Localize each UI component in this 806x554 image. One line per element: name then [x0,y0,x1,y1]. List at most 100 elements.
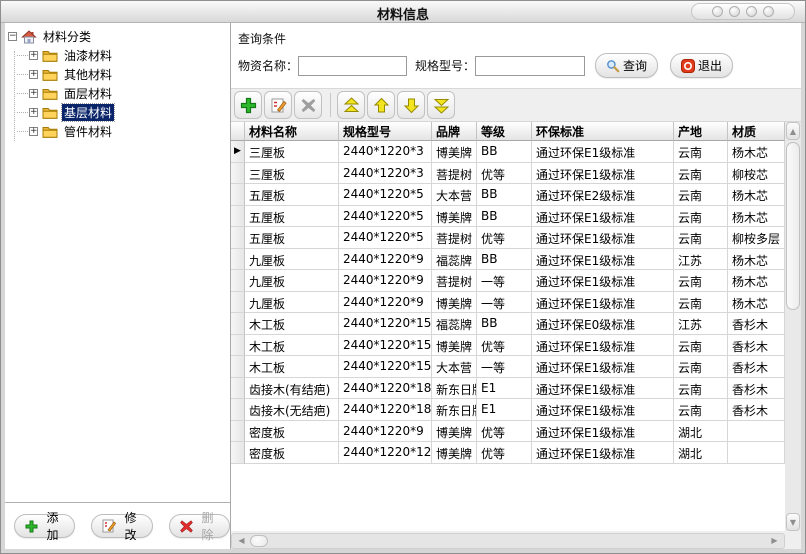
tree-item-1[interactable]: +油漆材料 [8,46,230,65]
tree-item-2[interactable]: +其他材料 [8,65,230,84]
row-indicator[interactable] [231,421,245,443]
tree-item-label[interactable]: 管件材料 [62,123,114,140]
table-cell[interactable]: 香杉木 [728,399,785,421]
exit-button[interactable]: 退出 [670,53,733,78]
horizontal-scroll-thumb[interactable] [250,535,268,547]
table-cell[interactable]: 九厘板 [245,270,339,292]
table-cell[interactable]: 2440*1220*5 [339,206,432,228]
table-cell[interactable]: BB [477,141,532,163]
row-indicator[interactable] [231,335,245,357]
tree-item-label[interactable]: 面层材料 [62,85,114,102]
table-cell[interactable]: E1 [477,399,532,421]
table-cell[interactable]: 菩提树 [432,163,477,185]
table-cell[interactable]: 通过环保E1级标准 [532,356,674,378]
table-cell[interactable]: 通过环保E1级标准 [532,292,674,314]
table-cell[interactable]: 通过环保E1级标准 [532,335,674,357]
table-cell[interactable]: 杨木芯 [728,184,785,206]
table-row[interactable]: 木工板2440*1220*15博美牌优等通过环保E1级标准云南香杉木 [231,335,785,357]
scroll-up-icon[interactable]: ▲ [786,122,800,140]
table-cell[interactable] [728,421,785,443]
table-cell[interactable]: 通过环保E2级标准 [532,184,674,206]
table-cell[interactable]: 通过环保E1级标准 [532,421,674,443]
tree-root-material-category[interactable]: − 材料分类 [8,27,230,46]
table-cell[interactable]: 密度板 [245,421,339,443]
table-cell[interactable]: 柳桉多层 [728,227,785,249]
move-next-button[interactable] [397,91,425,119]
toolbar-add-button[interactable] [234,91,262,119]
table-cell[interactable]: 湖北 [674,442,728,464]
row-indicator[interactable] [231,356,245,378]
table-row[interactable]: 密度板2440*1220*9博美牌优等通过环保E1级标准湖北 [231,421,785,443]
table-cell[interactable]: 云南 [674,163,728,185]
expand-icon[interactable]: + [29,89,38,98]
material-name-input[interactable] [298,56,407,76]
titlebar[interactable]: 材料信息 [1,1,805,23]
row-indicator[interactable] [231,399,245,421]
expand-icon[interactable]: + [29,127,38,136]
table-row[interactable]: 木工板2440*1220*15福蕊牌BB通过环保E0级标准江苏香杉木 [231,313,785,335]
horizontal-scrollbar[interactable]: ◀ ▶ [231,533,785,549]
table-cell[interactable]: 一等 [477,292,532,314]
table-cell[interactable]: 博美牌 [432,141,477,163]
table-cell[interactable]: 五厘板 [245,206,339,228]
table-cell[interactable]: 木工板 [245,356,339,378]
table-cell[interactable]: E1 [477,378,532,400]
table-cell[interactable]: 博美牌 [432,442,477,464]
add-record-button[interactable]: 添加 [14,514,75,538]
table-cell[interactable]: 2440*1220*5 [339,184,432,206]
table-row[interactable]: 九厘板2440*1220*9博美牌一等通过环保E1级标准云南杨木芯 [231,292,785,314]
table-cell[interactable]: 香杉木 [728,313,785,335]
window-button-2[interactable] [729,6,740,17]
delete-record-button[interactable]: 删除 [169,514,230,538]
table-cell[interactable]: 云南 [674,399,728,421]
table-row[interactable]: ▶三厘板2440*1220*3博美牌BB通过环保E1级标准云南杨木芯 [231,141,785,163]
table-cell[interactable]: 新东日牌 [432,378,477,400]
table-cell[interactable]: 优等 [477,335,532,357]
table-cell[interactable]: 优等 [477,421,532,443]
table-row[interactable]: 五厘板2440*1220*5大本营BB通过环保E2级标准云南杨木芯 [231,184,785,206]
move-first-button[interactable] [337,91,365,119]
vertical-scrollbar[interactable]: ▲ ▼ [785,122,801,531]
table-cell[interactable]: BB [477,313,532,335]
table-cell[interactable]: 五厘板 [245,184,339,206]
table-cell[interactable]: 五厘板 [245,227,339,249]
table-cell[interactable]: 一等 [477,270,532,292]
table-cell[interactable]: 云南 [674,270,728,292]
search-button[interactable]: 查询 [595,53,658,78]
table-cell[interactable]: 博美牌 [432,335,477,357]
collapse-icon[interactable]: − [8,32,17,41]
table-cell[interactable]: 木工板 [245,313,339,335]
table-cell[interactable]: 杨木芯 [728,206,785,228]
column-header-6[interactable]: 产地 [674,122,728,141]
table-cell[interactable]: 香杉木 [728,356,785,378]
table-cell[interactable]: 2440*1220*5 [339,227,432,249]
table-cell[interactable]: 2440*1220*9 [339,270,432,292]
spec-model-input[interactable] [475,56,585,76]
table-cell[interactable]: 密度板 [245,442,339,464]
table-cell[interactable]: 齿接木(无结疤) [245,399,339,421]
table-cell[interactable]: 2440*1220*3 [339,141,432,163]
table-cell[interactable]: 2440*1220*9 [339,249,432,271]
table-cell[interactable]: 三厘板 [245,141,339,163]
table-cell[interactable]: 九厘板 [245,292,339,314]
table-cell[interactable]: 云南 [674,227,728,249]
table-cell[interactable]: 博美牌 [432,421,477,443]
tree-root-label[interactable]: 材料分类 [41,28,93,45]
table-row[interactable]: 九厘板2440*1220*9菩提树一等通过环保E1级标准云南杨木芯 [231,270,785,292]
table-cell[interactable]: 福蕊牌 [432,249,477,271]
table-cell[interactable]: 2440*1220*3 [339,163,432,185]
table-cell[interactable]: 杨木芯 [728,141,785,163]
table-cell[interactable]: 江苏 [674,249,728,271]
table-cell[interactable]: 云南 [674,206,728,228]
table-cell[interactable]: 通过环保E1级标准 [532,442,674,464]
row-indicator[interactable] [231,442,245,464]
table-row[interactable]: 九厘板2440*1220*9福蕊牌BB通过环保E1级标准江苏杨木芯 [231,249,785,271]
column-header-5[interactable]: 环保标准 [532,122,674,141]
table-cell[interactable]: 云南 [674,356,728,378]
column-header-1[interactable]: 材料名称 [245,122,339,141]
column-header-2[interactable]: 规格型号 [339,122,432,141]
table-cell[interactable]: 优等 [477,163,532,185]
table-cell[interactable]: 木工板 [245,335,339,357]
move-prev-button[interactable] [367,91,395,119]
table-cell[interactable]: 云南 [674,184,728,206]
